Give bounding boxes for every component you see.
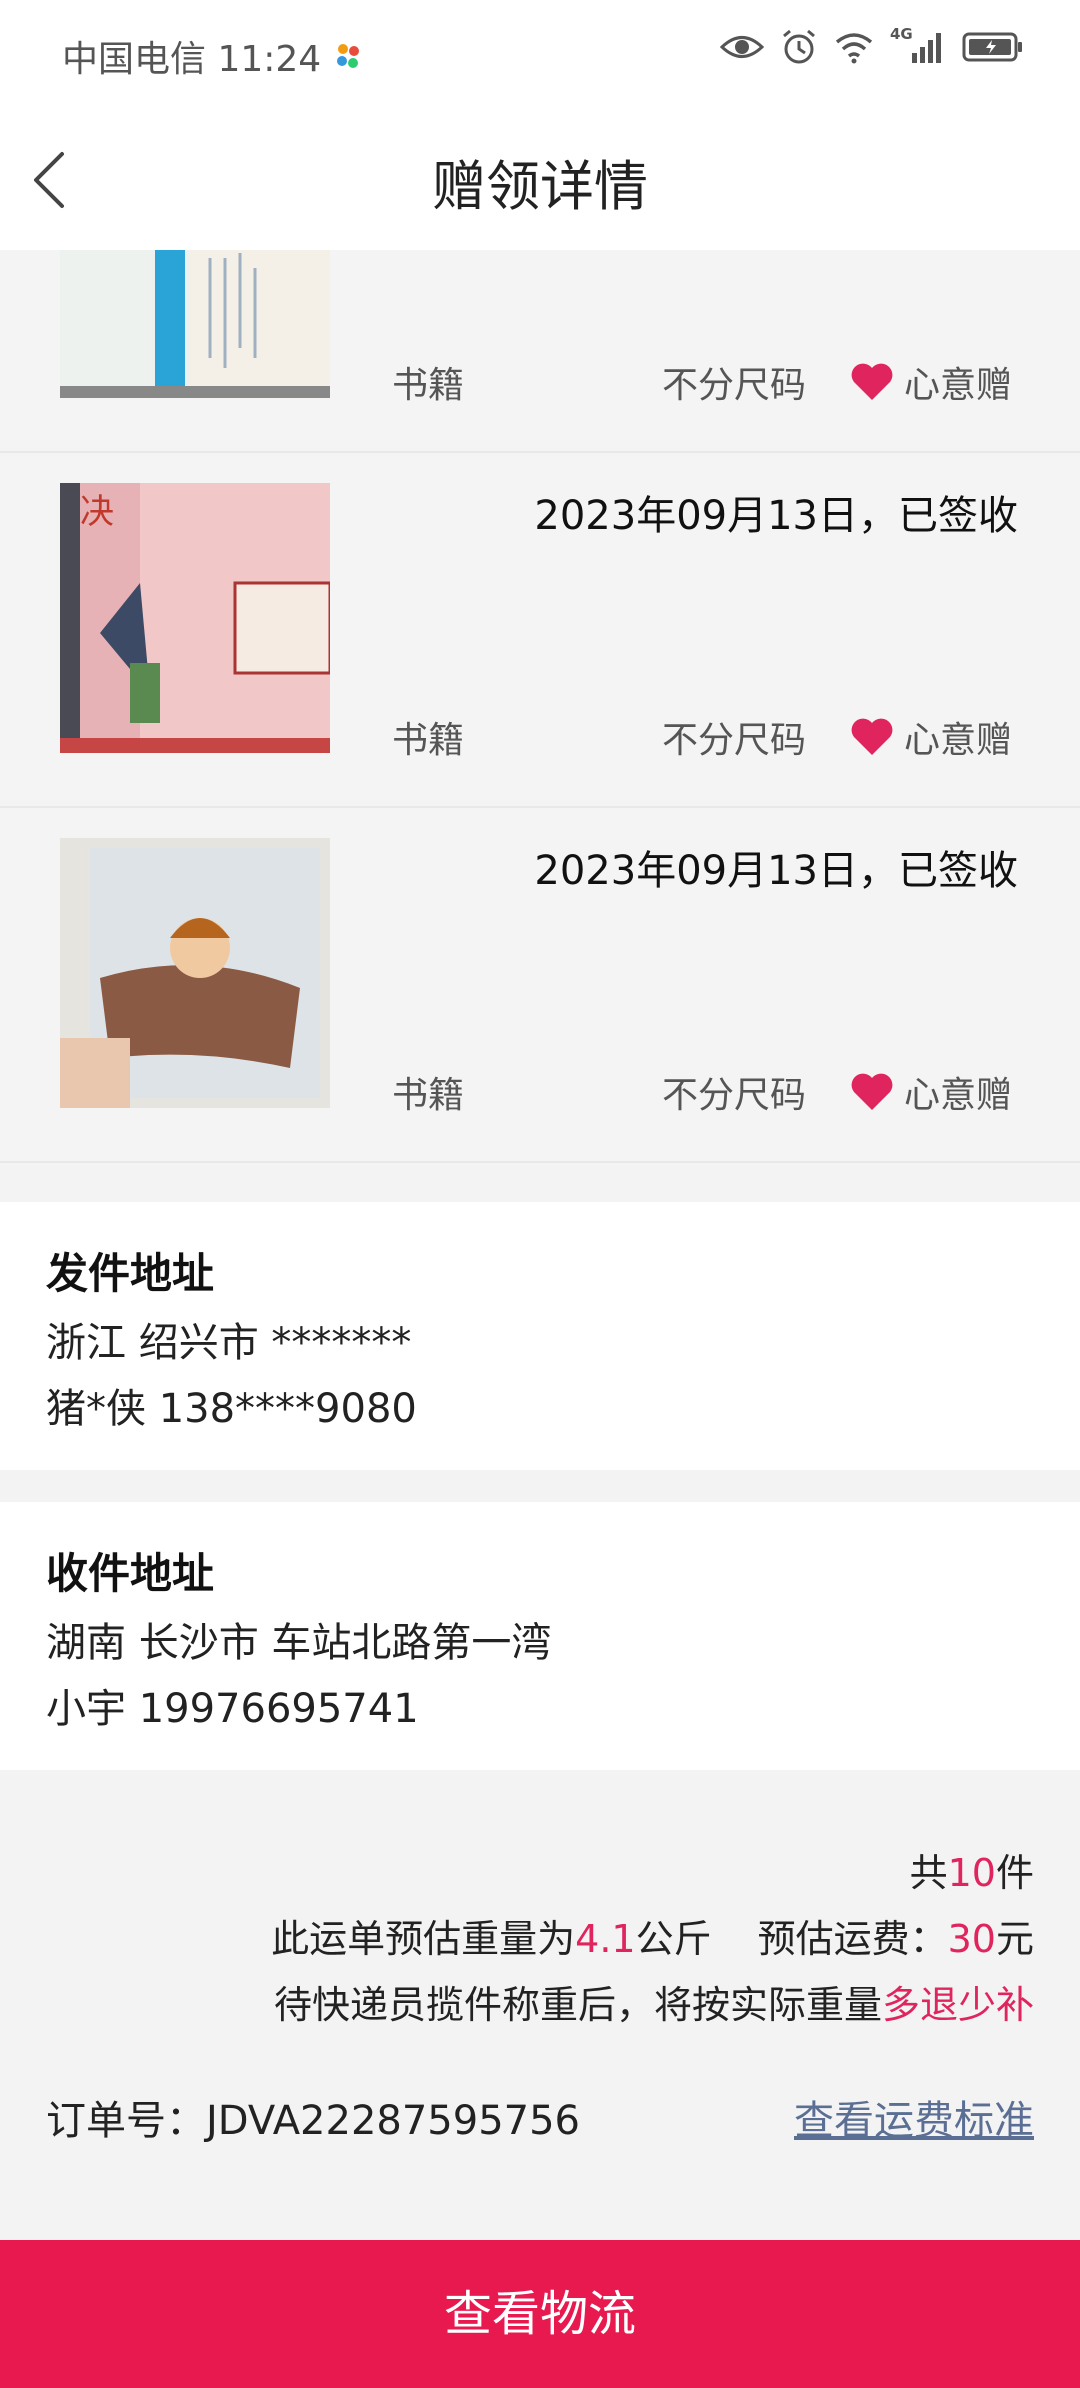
list-item[interactable]: 书籍 不分尺码 心意赠 <box>0 250 1080 453</box>
item-thumbnail[interactable] <box>60 838 330 1108</box>
heart-icon <box>851 1073 893 1110</box>
item-category: 书籍 <box>392 1075 465 1116</box>
sender-contact: 猪*侠 138****9080 <box>46 1386 417 1432</box>
sender-title: 发件地址 <box>46 1249 215 1298</box>
weight-notice: 待快递员揽件称重后，将按实际重量多退少补 <box>274 1974 1034 2029</box>
gift-item-list[interactable]: 书籍 不分尺码 心意赠 决 2023年09月13日，已签收 书籍 不分尺码 心意… <box>0 250 1080 1200</box>
item-thumbnail[interactable] <box>60 250 330 398</box>
count-prefix: 共 <box>909 1851 948 1895</box>
notice-prefix: 待快递员揽件称重后，将按实际重量 <box>273 1983 882 2027</box>
sender-address-card: 发件地址 浙江 绍兴市 ******* 猪*侠 138****9080 <box>0 1202 1080 1470</box>
alarm-icon <box>783 29 815 64</box>
receiver-region: 湖南 长沙市 车站北路第一湾 <box>46 1620 552 1666</box>
item-date: 2023年09月13日，已签收 <box>534 848 1018 894</box>
gift-label: 心意赠 <box>904 1075 1013 1116</box>
notice-highlight: 多退少补 <box>881 1983 1034 2027</box>
weight-value: 4.1 <box>575 1917 636 1961</box>
eye-icon <box>720 36 764 58</box>
app-notification-icon <box>337 44 360 68</box>
sender-region: 浙江 绍兴市 ******* <box>46 1320 412 1366</box>
view-shipping-rates-link[interactable]: 查看运费标准 <box>794 2088 1034 2146</box>
status-bar: 中国电信 11:24 4G <box>0 0 1080 104</box>
signal-icon: 4G <box>890 25 946 65</box>
list-item[interactable]: 2023年09月13日，已签收 书籍 不分尺码 心意赠 <box>0 808 1080 1163</box>
item-date: 2023年09月13日，已签收 <box>534 493 1018 539</box>
order-number: 订单号：JDVA22287595756 <box>46 2098 581 2144</box>
fee-unit: 元 <box>995 1917 1034 1961</box>
fee-value: 30 <box>947 1917 996 1961</box>
count-value: 10 <box>947 1851 996 1895</box>
receiver-contact: 小宇 19976695741 <box>46 1686 419 1732</box>
item-category: 书籍 <box>392 365 465 406</box>
item-size: 不分尺码 <box>662 1075 807 1116</box>
item-category: 书籍 <box>392 720 465 761</box>
item-count: 共10件 <box>910 1842 1034 1897</box>
count-suffix: 件 <box>995 1851 1034 1895</box>
heart-icon <box>851 718 893 755</box>
gift-label: 心意赠 <box>904 365 1013 406</box>
page-title: 赠领详情 <box>432 155 648 218</box>
wifi-icon <box>835 33 873 64</box>
heart-icon <box>851 363 893 400</box>
item-size: 不分尺码 <box>662 720 807 761</box>
status-icons: 4G <box>720 25 1024 66</box>
list-item[interactable]: 决 2023年09月13日，已签收 书籍 不分尺码 心意赠 <box>0 453 1080 808</box>
weight-prefix: 此运单预估重量为 <box>271 1917 576 1961</box>
svg-text:决: 决 <box>80 492 114 532</box>
weight-fee-row: 此运单预估重量为4.1公斤 预估运费：30元 <box>271 1908 1034 1963</box>
gift-label: 心意赠 <box>904 720 1013 761</box>
carrier-time: 中国电信 11:24 <box>62 39 322 80</box>
fee-prefix: 预估运费： <box>757 1917 948 1961</box>
item-gift-type: 心意赠 <box>850 356 1012 408</box>
nav-header: 赠领详情 <box>0 104 1080 250</box>
status-left: 中国电信 11:24 <box>62 30 361 82</box>
battery-icon <box>962 32 1022 62</box>
receiver-title: 收件地址 <box>46 1549 215 1598</box>
item-thumbnail[interactable]: 决 <box>60 483 330 753</box>
receiver-address-card: 收件地址 湖南 长沙市 车站北路第一湾 小宇 19976695741 <box>0 1502 1080 1770</box>
shipping-summary: 共10件 此运单预估重量为4.1公斤 预估运费：30元 待快递员揽件称重后，将按实… <box>0 1770 1080 2240</box>
item-gift-type: 心意赠 <box>850 711 1012 763</box>
item-size: 不分尺码 <box>662 365 807 406</box>
view-logistics-button[interactable]: 查看物流 <box>0 2240 1080 2388</box>
item-gift-type: 心意赠 <box>850 1066 1012 1118</box>
weight-unit: 公斤 <box>635 1917 712 1961</box>
